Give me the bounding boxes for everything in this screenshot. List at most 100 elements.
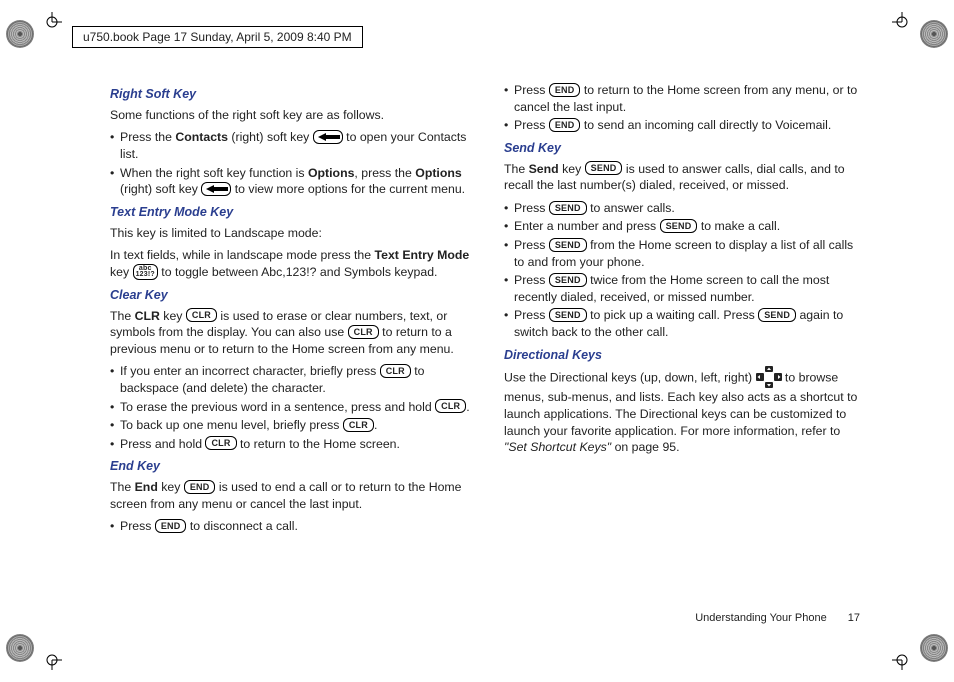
heading-directional-keys: Directional Keys	[504, 347, 864, 364]
list-item: Press the Contacts (right) soft key to o…	[110, 129, 470, 162]
text: Press	[120, 519, 155, 533]
send-key-icon: SEND	[549, 308, 587, 322]
heading-end-key: End Key	[110, 458, 470, 475]
text: key	[158, 480, 184, 494]
heading-clear-key: Clear Key	[110, 287, 470, 304]
clr-key-icon: CLR	[348, 325, 379, 339]
text: Press	[514, 273, 549, 287]
heading-send-key: Send Key	[504, 140, 864, 157]
list-item: If you enter an incorrect character, bri…	[110, 363, 470, 396]
paragraph: In text fields, while in landscape mode …	[110, 247, 470, 280]
clr-key-icon: CLR	[435, 399, 466, 413]
text: Enter a number and press	[514, 219, 660, 233]
crop-mark-bl	[42, 650, 62, 670]
list-item: Enter a number and press SEND to make a …	[504, 218, 864, 235]
text: Press	[514, 118, 549, 132]
list-item: Press END to disconnect a call.	[110, 518, 470, 535]
text: to make a call.	[697, 219, 780, 233]
list-item: Press END to return to the Home screen f…	[504, 82, 864, 115]
clr-key-icon: CLR	[205, 436, 236, 450]
page-footer: Understanding Your Phone 17	[695, 612, 860, 624]
running-header: u750.book Page 17 Sunday, April 5, 2009 …	[72, 26, 363, 48]
text: .	[466, 400, 469, 414]
list-item: Press END to send an incoming call direc…	[504, 117, 864, 134]
heading-text-entry-mode-key: Text Entry Mode Key	[110, 204, 470, 221]
text: 123!?	[136, 271, 155, 278]
paragraph: Some functions of the right soft key are…	[110, 107, 470, 124]
text: To erase the previous word in a sentence…	[120, 400, 435, 414]
text: Press and hold	[120, 437, 205, 451]
text: Use the Directional keys (up, down, left…	[504, 371, 756, 385]
text: (right) soft key	[228, 130, 313, 144]
text: to view more options for the current men…	[231, 182, 465, 196]
rosette-icon	[6, 20, 34, 48]
text: Press	[514, 308, 549, 322]
list-item: To erase the previous word in a sentence…	[110, 399, 470, 416]
column-right: Press END to return to the Home screen f…	[504, 80, 864, 612]
text: To back up one menu level, briefly press	[120, 418, 343, 432]
paragraph: The CLR key CLR is used to erase or clea…	[110, 308, 470, 358]
text-bold: Send	[529, 162, 559, 176]
heading-right-soft-key: Right Soft Key	[110, 86, 470, 103]
crop-mark-tl	[42, 12, 62, 32]
send-key-icon: SEND	[549, 238, 587, 252]
list-item: Press SEND to pick up a waiting call. Pr…	[504, 307, 864, 340]
text-bold: CLR	[135, 309, 160, 323]
text-bold: Options	[308, 166, 354, 180]
text-bold: Options	[415, 166, 461, 180]
right-soft-key-icon	[313, 130, 343, 144]
rosette-icon	[920, 20, 948, 48]
text: to disconnect a call.	[186, 519, 297, 533]
list-item: To back up one menu level, briefly press…	[110, 417, 470, 434]
list-item: Press SEND from the Home screen to displ…	[504, 237, 864, 270]
end-key-icon: END	[184, 480, 216, 494]
text: key	[110, 265, 133, 279]
text: key	[559, 162, 585, 176]
text: , press the	[354, 166, 415, 180]
text: to return to the Home screen.	[237, 437, 400, 451]
send-key-icon: SEND	[660, 219, 698, 233]
end-key-icon: END	[155, 519, 187, 533]
text: to pick up a waiting call. Press	[587, 308, 759, 322]
clr-key-icon: CLR	[343, 418, 374, 432]
text: to toggle between Abc,123!? and Symbols …	[158, 265, 438, 279]
list-item: Press SEND to answer calls.	[504, 200, 864, 217]
clr-key-icon: CLR	[186, 308, 217, 322]
page-body: Right Soft Key Some functions of the rig…	[110, 80, 864, 612]
text-bold: End	[135, 480, 158, 494]
paragraph: The Send key SEND is used to answer call…	[504, 161, 864, 194]
paragraph: The End key END is used to end a call or…	[110, 479, 470, 512]
text: Press	[514, 238, 549, 252]
send-key-icon: SEND	[585, 161, 623, 175]
text: The	[110, 480, 135, 494]
text: In text fields, while in landscape mode …	[110, 248, 375, 262]
text-bold: Text Entry Mode	[375, 248, 470, 262]
text: to answer calls.	[587, 201, 675, 215]
clr-key-icon: CLR	[380, 364, 411, 378]
paragraph: This key is limited to Landscape mode:	[110, 225, 470, 242]
crop-mark-br	[892, 650, 912, 670]
end-key-icon: END	[549, 83, 581, 97]
end-key-icon: END	[549, 118, 581, 132]
text: .	[374, 418, 377, 432]
footer-section: Understanding Your Phone	[695, 612, 827, 624]
text: The	[504, 162, 529, 176]
page-number: 17	[848, 612, 860, 624]
rosette-icon	[920, 634, 948, 662]
send-key-icon: SEND	[549, 201, 587, 215]
dpad-icon	[756, 366, 782, 388]
text-bold: Contacts	[175, 130, 228, 144]
text: Press	[514, 83, 549, 97]
text: If you enter an incorrect character, bri…	[120, 364, 380, 378]
list-item: Press SEND twice from the Home screen to…	[504, 272, 864, 305]
text: on page 95.	[611, 440, 679, 454]
send-key-icon: SEND	[758, 308, 796, 322]
text: Press the	[120, 130, 175, 144]
text-entry-key-icon: abc123!?	[133, 264, 158, 280]
list-item: When the right soft key function is Opti…	[110, 165, 470, 198]
list-item: Press and hold CLR to return to the Home…	[110, 436, 470, 453]
right-soft-key-icon	[201, 182, 231, 196]
crop-mark-tr	[892, 12, 912, 32]
text: (right) soft key	[120, 182, 201, 196]
send-key-icon: SEND	[549, 273, 587, 287]
